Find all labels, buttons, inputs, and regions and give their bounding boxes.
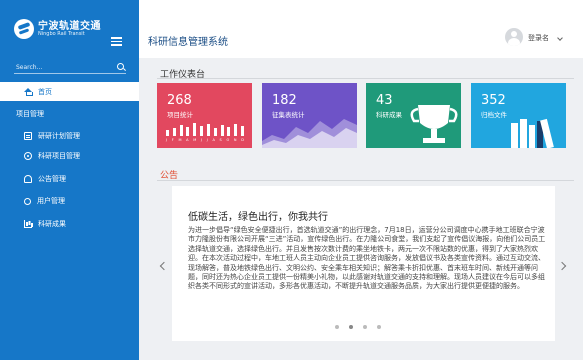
bar-chart-icon	[166, 123, 244, 136]
month-label: M	[178, 138, 182, 142]
month-label: F	[171, 138, 174, 142]
sidebar-item-label: 研研计划管理	[38, 132, 80, 140]
month-label: J	[166, 138, 168, 142]
month-label: A	[186, 138, 189, 142]
sidebar-item-label: 首页	[38, 87, 52, 96]
chevron-left-icon[interactable]	[159, 261, 169, 271]
sidebar-group-label: 项目管理	[16, 110, 44, 118]
stat-card-results[interactable]: 43 科研成果	[366, 83, 461, 148]
month-label: M	[193, 138, 197, 142]
chevron-right-icon[interactable]	[557, 261, 567, 271]
stat-number: 182	[272, 93, 297, 108]
carousel-dot[interactable]	[363, 325, 367, 329]
sidebar-item-label: 用户管理	[37, 197, 65, 205]
sidebar-item-label: 公告管理	[38, 175, 66, 183]
carousel-dot[interactable]	[335, 325, 339, 329]
books-icon	[511, 118, 554, 148]
stat-card-forms[interactable]: 182 征集表统计	[262, 83, 357, 148]
month-label: J	[200, 138, 203, 142]
stat-card-archives[interactable]: 352 归档文件	[471, 83, 566, 148]
month-label: S	[219, 138, 222, 142]
month-label: O	[226, 138, 230, 142]
sidebar-item-project[interactable]: 科研项目管理	[0, 146, 139, 166]
carousel-dot-active[interactable]	[349, 325, 353, 329]
menu-toggle-icon[interactable]	[111, 37, 122, 46]
user-icon	[24, 197, 31, 205]
announcement-title: 低碳生活，绿色出行，你我共行	[188, 212, 328, 223]
month-label: D	[241, 138, 244, 142]
stat-number: 43	[376, 93, 393, 108]
list-icon	[24, 132, 32, 140]
area-chart-icon	[262, 119, 357, 148]
stat-label: 项目统计	[167, 111, 193, 119]
sidebar-item-label: 科研项目管理	[38, 152, 80, 160]
sidebar-item-plan[interactable]: 研研计划管理	[0, 126, 139, 146]
chart-icon	[24, 220, 32, 228]
announcement-body: 为进一步倡导“绿色安全便捷出行，首选轨道交通”的出行理念，7月18日，运营分公司…	[188, 226, 546, 291]
month-labels: J F M A M J J A S O N D	[166, 138, 244, 142]
sidebar-item-results[interactable]: 科研成果	[0, 214, 139, 234]
search-icon[interactable]	[117, 63, 124, 70]
carousel-indicators	[335, 325, 381, 329]
brand-logo[interactable]: 宁波轨道交通 Ningbo Rail Transit	[0, 0, 139, 58]
logo-icon	[14, 19, 34, 39]
top-bar: 科研信息管理系统 登录名	[139, 0, 583, 58]
stat-label: 科研成果	[376, 111, 402, 119]
divider	[157, 180, 574, 181]
gear-icon	[24, 152, 32, 160]
home-icon	[24, 88, 33, 96]
month-label: J	[206, 138, 208, 142]
sidebar-item-label: 科研成果	[38, 220, 66, 228]
search-input[interactable]: Search...	[14, 62, 126, 74]
stat-number: 352	[481, 93, 506, 108]
chevron-down-icon[interactable]	[557, 35, 563, 41]
sidebar-item-home[interactable]: 首页	[0, 82, 139, 101]
divider	[157, 78, 574, 79]
carousel-dot[interactable]	[377, 325, 381, 329]
stat-label: 归档文件	[481, 111, 507, 119]
stat-number: 268	[167, 93, 192, 108]
announcement-card: 低碳生活，绿色出行，你我共行 为进一步倡导“绿色安全便捷出行，首选轨道交通”的出…	[172, 186, 555, 341]
month-label: N	[233, 138, 237, 142]
search-placeholder: Search...	[16, 64, 43, 71]
month-label: A	[212, 138, 215, 142]
stat-card-projects[interactable]: 268 项目统计 J F M A M J J A S O N D	[157, 83, 252, 148]
bell-icon	[24, 175, 32, 183]
brand-subtitle: Ningbo Rail Transit	[38, 30, 85, 37]
avatar[interactable]	[505, 28, 523, 46]
app-title: 科研信息管理系统	[148, 37, 228, 48]
sidebar: 宁波轨道交通 Ningbo Rail Transit Search... 首页 …	[0, 0, 139, 360]
sidebar-item-users[interactable]: 用户管理	[0, 191, 139, 211]
sidebar-item-notice[interactable]: 公告管理	[0, 169, 139, 189]
trophy-icon	[410, 105, 458, 143]
user-menu[interactable]: 登录名	[528, 33, 549, 43]
